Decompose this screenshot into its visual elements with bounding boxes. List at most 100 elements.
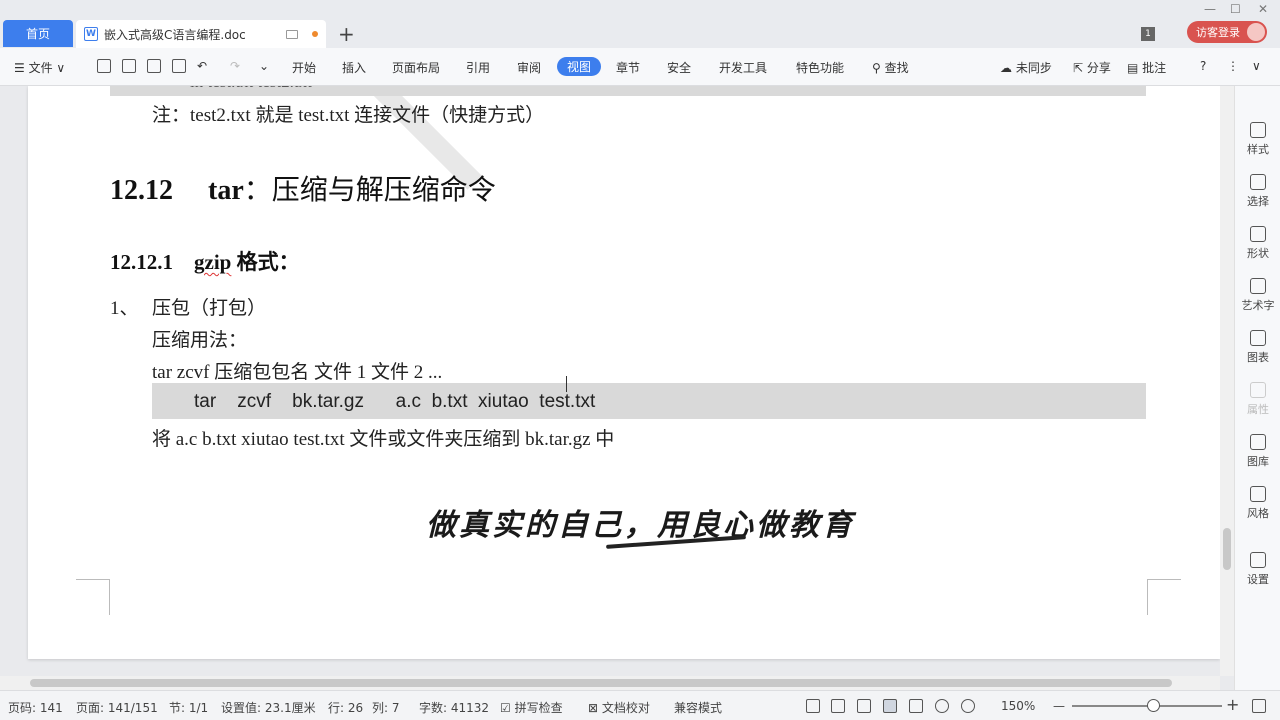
tab-review[interactable]: 审阅: [517, 59, 541, 76]
zoom-out-button[interactable]: —: [1053, 699, 1065, 713]
fit-window-icon[interactable]: [1252, 699, 1266, 713]
tab-special-features[interactable]: 特色功能: [796, 59, 844, 76]
tab-start[interactable]: 开始: [292, 59, 316, 76]
reading-mode-icon[interactable]: [831, 699, 845, 713]
print-icon[interactable]: [147, 59, 161, 73]
status-col[interactable]: 列: 7: [372, 699, 400, 716]
side-style[interactable]: 样式: [1235, 122, 1280, 157]
tab-chapter[interactable]: 章节: [616, 59, 640, 76]
undo-icon[interactable]: ↶: [197, 59, 207, 73]
close-button[interactable]: ✕: [1258, 2, 1268, 16]
side-theme[interactable]: 风格: [1235, 486, 1280, 521]
heading-12-12[interactable]: 12.12 tar：压缩与解压缩命令: [110, 168, 496, 208]
horizontal-scrollbar[interactable]: [0, 676, 1220, 690]
status-section[interactable]: 节: 1/1: [169, 699, 208, 716]
side-chart[interactable]: 图表: [1235, 330, 1280, 365]
document-canvas[interactable]: ln test.txt test2.txt 注：test2.txt 就是 tes…: [0, 86, 1220, 676]
note-line[interactable]: 注：test2.txt 就是 test.txt 连接文件（快捷方式）: [152, 100, 544, 127]
write-mode-icon[interactable]: [857, 699, 871, 713]
comment-button[interactable]: ▤ 批注: [1127, 59, 1166, 76]
side-properties[interactable]: 属性: [1235, 382, 1280, 417]
comment-label: 批注: [1142, 61, 1167, 75]
search-icon: ⚲: [872, 61, 881, 75]
guest-login-label: 访客登录: [1196, 26, 1240, 39]
outline-view-icon[interactable]: [909, 699, 923, 713]
maximize-button[interactable]: ☐: [1230, 2, 1241, 16]
spell-check-button[interactable]: ☑ 拼写检查: [500, 699, 563, 716]
status-page[interactable]: 页面: 141/151: [76, 699, 158, 716]
code-line: tar zcvf bk.tar.gz a.c b.txt xiutao test…: [194, 391, 596, 412]
text-cursor-icon: [566, 376, 574, 392]
tab-developer[interactable]: 开发工具: [719, 59, 767, 76]
minimize-button[interactable]: —: [1204, 2, 1216, 16]
right-side-panel: 样式 选择 形状 艺术字 图表 属性 图库 风格 设置: [1234, 86, 1280, 690]
collapse-ribbon-icon[interactable]: ∨: [1252, 59, 1261, 73]
page-view-icon[interactable]: [883, 699, 897, 713]
file-menu[interactable]: ☰ 文件 ∨: [14, 59, 65, 76]
side-gallery[interactable]: 图库: [1235, 434, 1280, 469]
explain-line[interactable]: 将 a.c b.txt xiutao test.txt 文件或文件夹压缩到 bk…: [152, 424, 614, 451]
crop-mark-left: [76, 579, 110, 615]
tab-references[interactable]: 引用: [466, 59, 490, 76]
new-tab-button[interactable]: +: [338, 22, 355, 46]
quick-access-dropdown-icon[interactable]: ⌄: [259, 59, 269, 73]
usage-line[interactable]: tar zcvf 压缩包包名 文件 1 文件 2 ...: [152, 357, 442, 384]
style-pen-icon: [1250, 122, 1266, 138]
save-icon[interactable]: [97, 59, 111, 73]
help-button[interactable]: ?: [1200, 59, 1206, 73]
proofread-icon: ⊠: [588, 701, 599, 715]
window-count-badge[interactable]: 1: [1141, 27, 1155, 41]
heading-12-12-1[interactable]: 12.12.1 gzip 格式：: [110, 246, 300, 276]
status-row[interactable]: 行: 26: [328, 699, 363, 716]
tab-document[interactable]: W 嵌入式高级C语言编程.doc: [76, 20, 326, 48]
tab-insert[interactable]: 插入: [342, 59, 366, 76]
side-select[interactable]: 选择: [1235, 174, 1280, 209]
zoom-level[interactable]: 150%: [1001, 699, 1035, 713]
vertical-scroll-thumb[interactable]: [1223, 528, 1231, 570]
zoom-in-button[interactable]: +: [1226, 695, 1239, 714]
search-button[interactable]: ⚲ 查找: [872, 59, 909, 76]
tab-page-layout[interactable]: 页面布局: [392, 59, 440, 76]
tab-security[interactable]: 安全: [667, 59, 691, 76]
guest-login-button[interactable]: 访客登录: [1187, 21, 1267, 43]
proofread-button[interactable]: ⊠ 文档校对: [588, 699, 650, 716]
sync-button[interactable]: ☁ 未同步: [1000, 59, 1052, 76]
side-shape[interactable]: 形状: [1235, 226, 1280, 261]
format-painter-icon[interactable]: [122, 59, 136, 73]
heading-number: 12.12: [110, 175, 173, 206]
vertical-scrollbar[interactable]: [1220, 86, 1234, 676]
more-options-icon[interactable]: ⋮: [1227, 59, 1239, 73]
side-settings[interactable]: 设置: [1235, 552, 1280, 587]
list-item-text[interactable]: 压包（打包）: [152, 293, 266, 320]
web-view-icon[interactable]: [935, 699, 949, 713]
heading-command: tar: [208, 175, 244, 206]
cloud-sync-icon: ☁: [1000, 61, 1012, 75]
redo-icon[interactable]: ↷: [230, 59, 240, 73]
tab-home[interactable]: 首页: [3, 20, 73, 47]
status-setting[interactable]: 设置值: 23.1厘米: [221, 699, 316, 716]
print-preview-icon[interactable]: [172, 59, 186, 73]
tab-view[interactable]: 视图: [557, 57, 601, 76]
side-gallery-label: 图库: [1247, 455, 1269, 468]
share-label: 分享: [1086, 61, 1111, 75]
theme-icon: [1250, 486, 1266, 502]
horizontal-scroll-thumb[interactable]: [30, 679, 1172, 687]
side-chart-label: 图表: [1247, 351, 1269, 364]
eye-protect-icon[interactable]: [961, 699, 975, 713]
status-words[interactable]: 字数: 41132: [419, 699, 489, 716]
chart-icon: [1250, 330, 1266, 346]
settings-icon: [1250, 552, 1266, 568]
code-block[interactable]: tar zcvf bk.tar.gz a.c b.txt xiutao test…: [152, 383, 1146, 419]
document-page[interactable]: ln test.txt test2.txt 注：test2.txt 就是 tes…: [28, 86, 1220, 659]
usage-label[interactable]: 压缩用法：: [152, 325, 247, 352]
status-page-code[interactable]: 页码: 141: [8, 699, 63, 716]
window-pin-icon[interactable]: [286, 29, 298, 39]
zoom-slider-knob[interactable]: [1147, 699, 1160, 712]
properties-icon: [1250, 382, 1266, 398]
subheading-text: 格式：: [231, 250, 300, 274]
share-button[interactable]: ⇱ 分享: [1073, 59, 1111, 76]
sync-label: 未同步: [1015, 61, 1052, 75]
fullscreen-icon[interactable]: [806, 699, 820, 713]
gallery-icon: [1250, 434, 1266, 450]
side-wordart[interactable]: 艺术字: [1235, 278, 1280, 313]
